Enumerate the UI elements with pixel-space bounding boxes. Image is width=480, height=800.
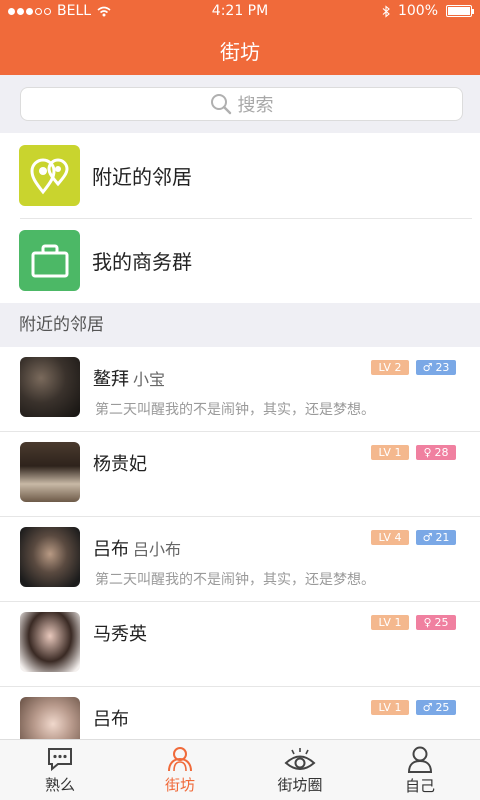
app-header: BELL 4:21 PM 100% 街坊 [0,0,480,75]
level-badge: LV 2 [371,360,409,375]
list-item[interactable]: 吕布 LV 1 ♂ 25 [0,687,480,739]
user-age: 23 [435,361,450,374]
user-age: 25 [435,701,450,714]
search-icon [210,94,231,115]
female-icon: ♀ [423,446,432,459]
page-title: 街坊 [220,40,260,64]
bluetooth-icon [382,4,390,18]
avatar [20,442,80,502]
level-badge: LV 4 [371,530,409,545]
search-input[interactable]: 搜索 [20,87,463,121]
neighbor-list: 鳌拜 小宝 第二天叫醒我的不是闹钟，其实，还是梦想。 LV 2 ♂ 23 杨贵妃 L… [0,347,480,739]
gender-age-badge: ♀ 28 [416,445,456,460]
battery-percent: 100% [397,3,438,19]
avatar [20,612,80,672]
gender-age-badge: ♂ 25 [416,700,456,715]
tab-label: 街坊 [164,776,195,794]
user-age: 25 [434,616,449,629]
status-bar: BELL 4:21 PM 100% [0,0,480,22]
user-signature: 第二天叫醒我的不是闹钟，其实，还是梦想。 [95,572,375,588]
list-item[interactable]: 马秀英 LV 1 ♀ 25 [0,602,480,687]
search-placeholder: 搜索 [237,95,274,116]
section-header: 附近的邻居 [0,303,480,347]
gender-age-badge: ♂ 21 [416,530,456,545]
tab-label: 街坊圈 [277,776,323,794]
entry-nearby-neighbors[interactable]: 附近的邻居 [0,133,480,218]
female-icon: ♀ [423,616,432,629]
user-signature: 第二天叫醒我的不是闹钟，其实，还是梦想。 [95,402,375,418]
tab-neighbors[interactable]: 街坊 [120,740,240,800]
user-name: 杨贵妃 [93,454,147,475]
user-nickname: 吕小布 [133,540,182,559]
user-name: 吕布 [93,539,129,560]
battery-icon [446,5,474,17]
tab-label: 自己 [404,777,435,795]
tab-chats[interactable]: 熟么 [0,740,120,800]
briefcase-icon [19,230,80,291]
list-item[interactable]: 吕布 吕小布 第二天叫醒我的不是闹钟，其实，还是梦想。 LV 4 ♂ 21 [0,517,480,602]
gender-age-badge: ♂ 23 [416,360,456,375]
avatar [20,697,80,739]
list-item[interactable]: 鳌拜 小宝 第二天叫醒我的不是闹钟，其实，还是梦想。 LV 2 ♂ 23 [0,347,480,432]
level-badge: LV 1 [371,615,409,630]
neighbors-icon [168,747,192,772]
user-age: 28 [434,446,449,459]
user-nickname: 小宝 [133,370,166,389]
level-badge: LV 1 [371,445,409,460]
search-bar: 搜索 [0,75,480,133]
tab-neighborhood-circle[interactable]: 街坊圈 [240,740,360,800]
tab-me[interactable]: 自己 [360,740,480,800]
avatar [20,357,80,417]
user-name: 吕布 [93,709,129,730]
user-age: 21 [435,531,450,544]
user-name: 鳌拜 [93,369,129,390]
level-badge: LV 1 [371,700,409,715]
male-icon: ♂ [422,701,433,714]
eye-icon [284,748,316,770]
person-icon [407,746,433,773]
tab-label: 熟么 [44,776,75,794]
tab-bar: 熟么 街坊 街坊圈 自己 [0,739,480,800]
user-name: 马秀英 [93,624,147,645]
list-item[interactable]: 杨贵妃 LV 1 ♀ 28 [0,432,480,517]
map-pins-icon [19,145,80,206]
entry-label: 附近的邻居 [92,165,192,189]
avatar [20,527,80,587]
entry-business-group[interactable]: 我的商务群 [0,218,480,303]
male-icon: ♂ [422,531,433,544]
gender-age-badge: ♀ 25 [416,615,456,630]
chat-bubble-icon [48,748,72,772]
male-icon: ♂ [422,361,433,374]
quick-entries: 附近的邻居 我的商务群 [0,133,480,303]
entry-label: 我的商务群 [92,250,192,274]
